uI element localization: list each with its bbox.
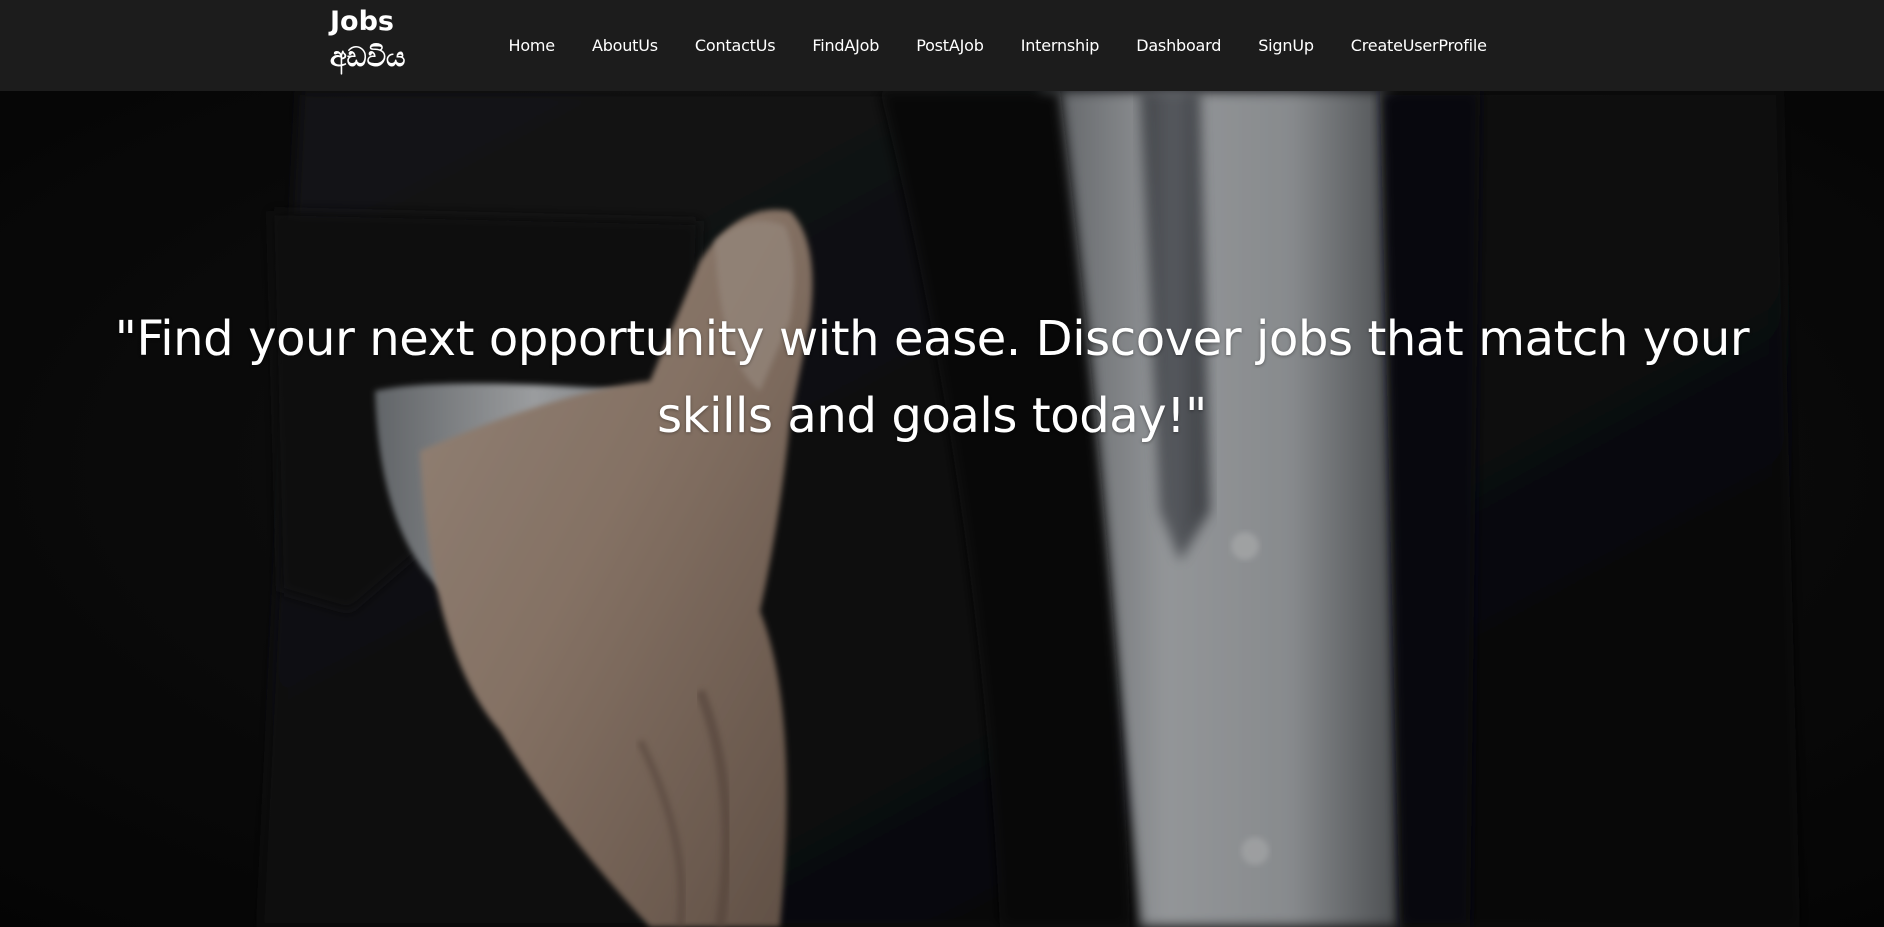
nav-link-internship[interactable]: Internship [1002, 0, 1118, 91]
nav-link-home[interactable]: Home [490, 0, 573, 91]
hero-tagline: "Find your next opportunity with ease. D… [114, 311, 1750, 444]
nav-link-post-a-job[interactable]: PostAJob [898, 0, 1003, 91]
nav-link-sign-up[interactable]: SignUp [1240, 0, 1333, 91]
nav-item: FindAJob [794, 0, 898, 91]
nav-link-create-user-profile[interactable]: CreateUserProfile [1332, 0, 1505, 91]
nav-link-dashboard[interactable]: Dashboard [1118, 0, 1240, 91]
page: Jobs අඩවිය Home AboutUs ContactUs FindAJ… [0, 0, 1884, 927]
nav-link-find-a-job[interactable]: FindAJob [794, 0, 898, 91]
top-navbar: Jobs අඩවිය Home AboutUs ContactUs FindAJ… [0, 0, 1884, 91]
nav-item: Internship [1002, 0, 1118, 91]
nav-item: PostAJob [898, 0, 1003, 91]
hero-dark-overlay [0, 91, 1884, 927]
nav-item: ContactUs [676, 0, 794, 91]
nav-item: Dashboard [1118, 0, 1240, 91]
brand-line-1: Jobs [330, 6, 394, 37]
nav-item: AboutUs [573, 0, 676, 91]
nav-item: Home [490, 0, 573, 91]
nav-item: CreateUserProfile [1332, 0, 1505, 91]
hero-section: "Find your next opportunity with ease. D… [0, 91, 1884, 927]
nav-item: SignUp [1240, 0, 1333, 91]
nav-link-contact-us[interactable]: ContactUs [676, 0, 794, 91]
nav-menu: Home AboutUs ContactUs FindAJob PostAJob… [490, 0, 1505, 91]
brand-logo[interactable]: Jobs අඩවිය [330, 4, 460, 76]
brand-line-2: අඩවිය [330, 42, 406, 73]
nav-link-about-us[interactable]: AboutUs [573, 0, 676, 91]
